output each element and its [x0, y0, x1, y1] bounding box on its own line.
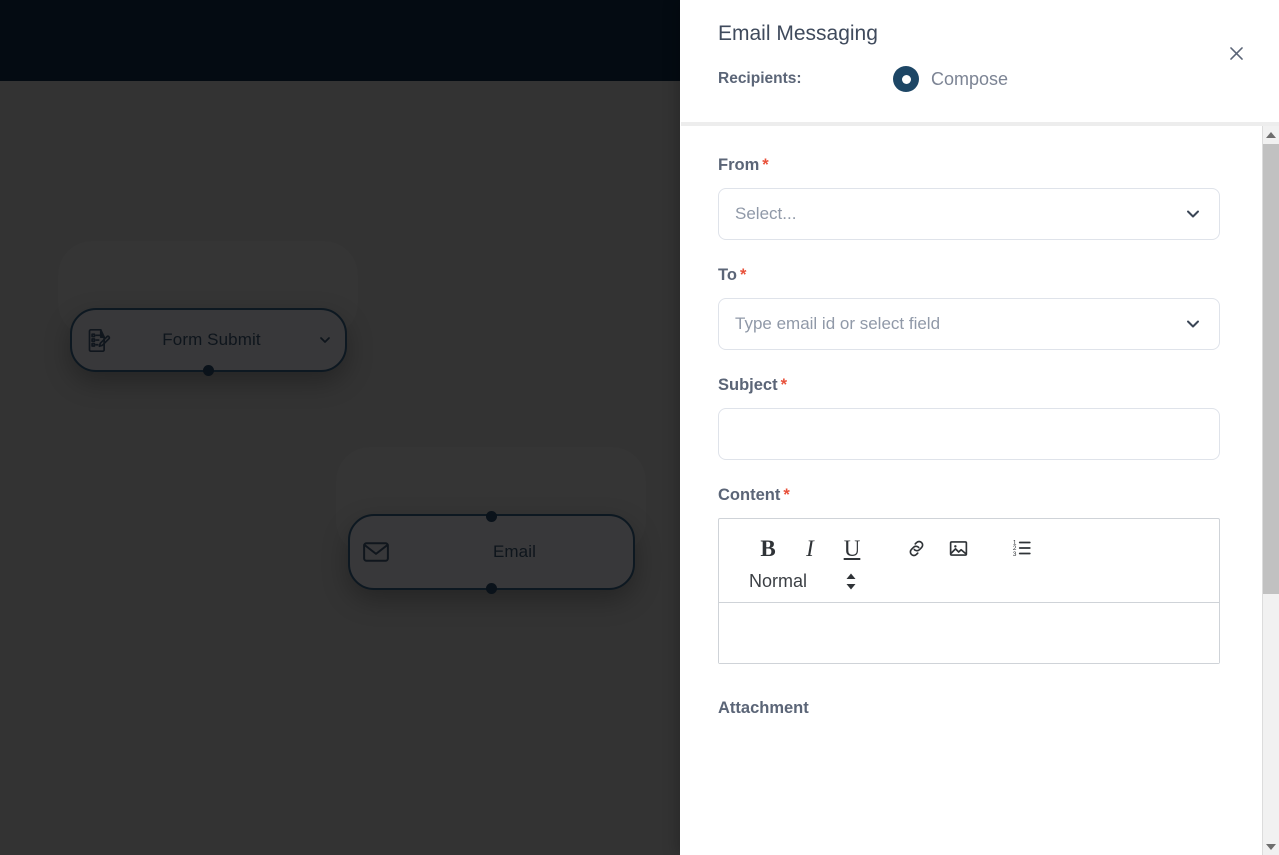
- required-marker: *: [762, 156, 769, 174]
- svg-text:3: 3: [1013, 551, 1017, 558]
- field-label-subject: Subject *: [718, 376, 1222, 395]
- underline-icon[interactable]: U: [831, 531, 873, 565]
- chevron-down-icon[interactable]: [305, 332, 345, 348]
- label-text: To: [718, 266, 737, 284]
- required-marker: *: [780, 376, 788, 394]
- field-content: Content * B I U 1 2 3 Normal: [718, 486, 1222, 664]
- radio-selected-icon[interactable]: [893, 66, 919, 92]
- required-marker: *: [739, 266, 747, 284]
- editor-toolbar: B I U 1 2 3 Normal: [719, 519, 1219, 603]
- form-document-pencil-icon: [72, 327, 124, 354]
- required-marker: *: [783, 486, 790, 504]
- from-select[interactable]: Select...: [718, 188, 1220, 240]
- workflow-node-email[interactable]: Email: [348, 510, 635, 594]
- node-port-top[interactable]: [486, 510, 497, 522]
- content-editor-textarea[interactable]: [719, 603, 1219, 663]
- radio-option-label: Compose: [931, 68, 1009, 89]
- bold-icon[interactable]: B: [747, 531, 789, 565]
- workflow-node-label: Email: [492, 542, 536, 561]
- field-label-from: From *: [718, 156, 1222, 175]
- chevron-down-icon[interactable]: [1183, 314, 1203, 334]
- content-rich-text-editor[interactable]: B I U 1 2 3 Normal: [718, 518, 1220, 664]
- underline-glyph: U: [843, 535, 861, 561]
- field-from: From * Select...: [718, 156, 1222, 240]
- envelope-icon: [350, 537, 402, 567]
- ordered-list-icon[interactable]: 1 2 3: [1001, 531, 1043, 565]
- label-text: Content: [718, 486, 781, 504]
- scroll-up-arrow-icon[interactable]: [1263, 126, 1279, 143]
- label-text: From: [718, 156, 760, 174]
- page-title: Email Messaging: [718, 22, 878, 45]
- field-to: To * Type email id or select field: [718, 266, 1222, 350]
- from-select-placeholder: Select...: [735, 204, 797, 223]
- scrollbar-thumb[interactable]: [1263, 144, 1279, 594]
- node-port-bottom[interactable]: [203, 364, 214, 376]
- panel-header: Email Messaging Recipients: Compose: [680, 0, 1279, 122]
- chevron-down-icon[interactable]: [1183, 204, 1203, 224]
- workflow-node-form-submit[interactable]: Form Submit: [70, 308, 347, 376]
- close-icon[interactable]: [1221, 38, 1251, 68]
- label-text: Subject: [718, 376, 778, 394]
- recipients-row: Recipients: Compose: [718, 66, 1239, 92]
- field-subject: Subject *: [718, 376, 1222, 460]
- field-label-attachment: Attachment: [718, 699, 809, 717]
- image-icon[interactable]: [937, 531, 979, 565]
- node-port-bottom[interactable]: [486, 582, 497, 594]
- field-label-to: To *: [718, 266, 1222, 285]
- workflow-node-label: Form Submit: [162, 330, 261, 349]
- panel-form-body: From * Select... To * Type email id or sel…: [680, 126, 1262, 855]
- subject-input[interactable]: [718, 408, 1220, 460]
- to-select[interactable]: Type email id or select field: [718, 298, 1220, 350]
- to-select-placeholder: Type email id or select field: [735, 314, 941, 333]
- email-messaging-panel: Email Messaging Recipients: Compose From…: [680, 0, 1279, 855]
- field-label-content: Content *: [718, 486, 1222, 505]
- italic-glyph: I: [806, 535, 814, 561]
- radio-option-compose[interactable]: Compose: [893, 66, 1008, 92]
- panel-scrollbar[interactable]: [1262, 126, 1279, 855]
- scroll-down-arrow-icon[interactable]: [1263, 838, 1279, 855]
- bold-glyph: B: [760, 535, 776, 561]
- format-selector[interactable]: Normal: [747, 571, 1191, 592]
- recipients-label: Recipients:: [718, 70, 802, 87]
- format-selected-value: Normal: [749, 571, 808, 591]
- up-down-stepper-icon[interactable]: [845, 573, 857, 590]
- italic-icon[interactable]: I: [789, 531, 831, 565]
- editor-toolbar-buttons: B I U 1 2 3: [747, 531, 1191, 565]
- link-icon[interactable]: [895, 531, 937, 565]
